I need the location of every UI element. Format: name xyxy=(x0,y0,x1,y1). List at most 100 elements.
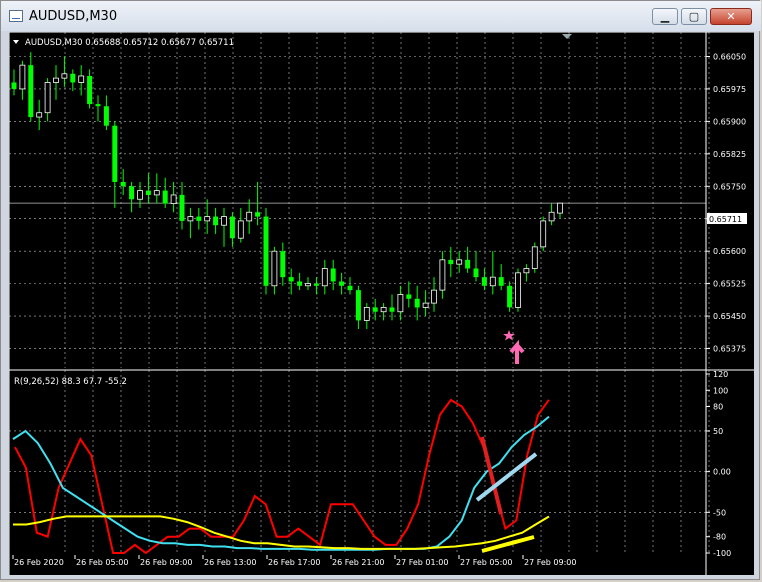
candle-body xyxy=(548,211,555,222)
price-tick-label: 0.65450 xyxy=(713,312,746,321)
price-tick-label: 0.65975 xyxy=(713,85,746,94)
minimize-button[interactable]: ▁ xyxy=(652,8,678,25)
close-button[interactable]: ✕ xyxy=(710,8,752,25)
candle-body xyxy=(70,73,76,83)
candle-body xyxy=(297,281,303,286)
main-chart-header: AUDUSD,M30 0.65688 0.65712 0.65677 0.657… xyxy=(25,38,234,48)
candle-body xyxy=(347,285,353,291)
price-tick-label: 0.65825 xyxy=(713,150,746,159)
candle-body xyxy=(255,212,261,217)
trend-line-yellow xyxy=(481,535,535,553)
candle-body xyxy=(498,277,504,286)
candle-body xyxy=(531,246,538,269)
candle-body xyxy=(280,251,286,278)
chart-window-icon xyxy=(9,10,23,22)
candle-body xyxy=(372,307,378,312)
candle-body xyxy=(557,202,563,214)
candle-body xyxy=(213,216,219,226)
maximize-button[interactable]: ▢ xyxy=(681,8,707,25)
candle-body xyxy=(406,294,412,299)
candle-body xyxy=(61,73,68,79)
candle-body xyxy=(179,194,185,221)
candle-body xyxy=(473,268,479,278)
candle-body xyxy=(523,268,530,274)
candle-body xyxy=(11,82,17,89)
time-tick-label: 26 Feb 09:00 xyxy=(140,558,192,567)
candle-body xyxy=(515,272,521,308)
candle-body xyxy=(465,259,471,269)
indicator-line-R9 xyxy=(14,398,550,555)
candle-body xyxy=(78,75,85,83)
indicator-tick-label: -50 xyxy=(713,508,726,517)
candle-body xyxy=(339,281,345,286)
indicator-tick-label: 100 xyxy=(713,386,728,395)
indicator-tick-label: -100 xyxy=(713,549,731,558)
candle-body xyxy=(196,216,202,221)
candle-body xyxy=(263,216,269,286)
window-title: AUDUSD,M30 xyxy=(29,9,118,24)
candle-body xyxy=(187,216,194,222)
candle-body xyxy=(389,307,395,312)
candle-body xyxy=(112,125,118,182)
indicator-tick-label: -80 xyxy=(713,533,726,542)
candle-body xyxy=(229,216,235,239)
price-tick-label: 0.65750 xyxy=(713,182,746,191)
candle-body xyxy=(246,211,253,222)
candle-body xyxy=(19,64,26,90)
indicator-lines xyxy=(12,398,550,555)
price-tick-label: 0.66050 xyxy=(713,52,746,61)
candle-body xyxy=(120,181,126,187)
price-tick-label: 0.65900 xyxy=(713,117,746,126)
candle-body xyxy=(53,77,59,83)
time-tick-label: 26 Feb 05:00 xyxy=(76,558,128,567)
candle-body xyxy=(44,82,51,114)
indicator-line-R52 xyxy=(13,515,550,550)
candle-body xyxy=(330,268,336,282)
candle-body xyxy=(481,277,487,286)
candle-body xyxy=(355,290,361,321)
indicator-header: R(9,26,52) 88.3 67.7 -55.2 xyxy=(14,377,127,387)
indicator-line-R26 xyxy=(12,415,550,551)
candle-body xyxy=(36,112,43,118)
time-tick-label: 26 Feb 13:00 xyxy=(204,558,256,567)
chart-shift-marker-icon[interactable] xyxy=(562,34,572,39)
candle-body xyxy=(448,259,454,265)
candle-body xyxy=(313,283,319,286)
current-price-label: 0.65711 xyxy=(709,215,742,224)
candle-body xyxy=(489,276,496,287)
candle-body xyxy=(271,250,278,287)
candle-body xyxy=(95,104,101,107)
price-tick-label: 0.65375 xyxy=(713,345,746,354)
candle-body xyxy=(305,283,311,287)
candle-body xyxy=(204,216,211,222)
candle-body xyxy=(380,307,387,313)
candle-body xyxy=(137,190,143,200)
buy-arrow-icon xyxy=(509,339,525,364)
candle-body xyxy=(540,220,547,248)
price-tick-label: 0.65525 xyxy=(713,280,746,289)
candle-body xyxy=(87,75,93,105)
candle-body xyxy=(221,216,227,226)
candle-body xyxy=(456,259,463,265)
price-tick-label: 0.65600 xyxy=(713,247,746,256)
indicator-tick-label: 50 xyxy=(713,427,723,436)
collapse-triangle-icon[interactable] xyxy=(13,40,19,44)
candle-body xyxy=(145,190,151,195)
annotations xyxy=(475,330,538,553)
title-bar[interactable]: AUDUSD,M30 ▁ ▢ ✕ xyxy=(1,1,761,31)
candles xyxy=(11,52,563,330)
indicator-tick-label: 80 xyxy=(713,403,723,412)
time-tick-label: 26 Feb 17:00 xyxy=(268,558,320,567)
candle-body xyxy=(414,298,420,308)
chart-window: AUDUSD,M30 ▁ ▢ ✕ 0.66050 0.65975 0.65900 0.… xyxy=(0,0,761,580)
candle-body xyxy=(321,268,328,287)
candle-body xyxy=(103,106,109,126)
time-tick-label: 26 Feb 2020 xyxy=(14,558,64,567)
indicator-tick-label: 0.00 xyxy=(713,468,731,477)
candle-body xyxy=(431,289,437,304)
candle-body xyxy=(129,186,135,200)
candle-body xyxy=(28,65,34,118)
indicator-tick-label: 120 xyxy=(713,370,728,379)
indicator-grid xyxy=(9,370,710,553)
chart-area[interactable]: 0.66050 0.65975 0.65900 0.65825 0.65750 0.656… xyxy=(9,32,754,575)
